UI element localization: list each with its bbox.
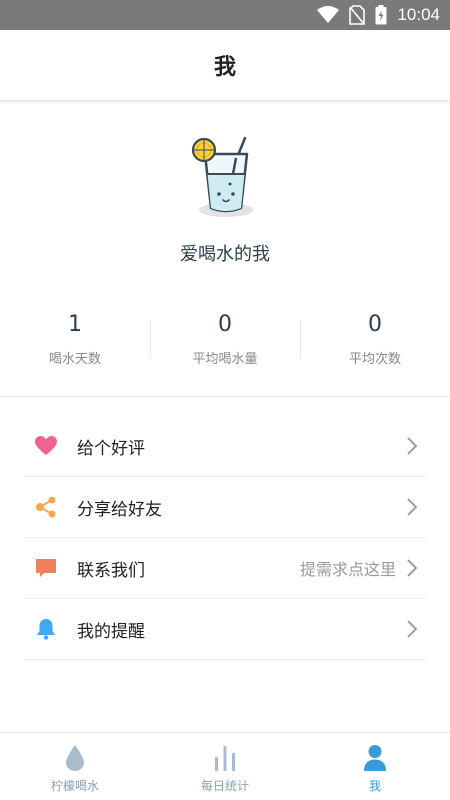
stat-label: 喝水天数 — [48, 352, 101, 367]
status-bar: 10:04 — [0, 0, 450, 30]
chevron-right-icon — [406, 619, 420, 639]
battery-charging-icon — [375, 5, 387, 25]
app-header: 我 — [0, 30, 450, 100]
no-sim-icon — [349, 5, 366, 25]
water-drop-icon — [65, 743, 85, 773]
profile-section: 爱喝水的我 — [0, 130, 450, 280]
stat-value: 0 — [368, 312, 382, 337]
menu-item-reminder[interactable]: 我的提醒 — [24, 599, 426, 660]
heart-icon — [35, 435, 57, 457]
chevron-right-icon — [406, 497, 420, 517]
tab-label: 我 — [368, 779, 381, 793]
status-time: 10:04 — [397, 5, 440, 24]
menu-item-label: 分享给好友 — [77, 499, 162, 520]
lemon-water-cup-icon — [190, 130, 260, 220]
menu-item-label: 给个好评 — [77, 438, 145, 459]
message-icon — [35, 557, 57, 579]
stats-row: 1 喝水天数 0 平均喝水量 0 平均次数 — [0, 308, 450, 378]
stat-value: 1 — [68, 312, 82, 337]
stat-drink-days: 1 喝水天数 — [0, 308, 150, 378]
stat-label: 平均次数 — [348, 352, 401, 367]
tab-label: 每日统计 — [200, 779, 249, 793]
stat-average-times: 0 平均次数 — [300, 308, 450, 378]
settings-menu: 给个好评 分享给好友 联系我们 提需求点这里 我的提醒 — [24, 416, 426, 660]
share-icon — [35, 496, 57, 518]
chevron-right-icon — [406, 436, 420, 456]
menu-item-hint: 提需求点这里 — [299, 560, 396, 579]
tab-daily-stats[interactable]: 每日统计 — [150, 733, 300, 800]
menu-item-label: 我的提醒 — [77, 621, 145, 642]
stat-average-amount: 0 平均喝水量 — [150, 308, 300, 378]
menu-item-share[interactable]: 分享给好友 — [24, 477, 426, 538]
menu-item-contact[interactable]: 联系我们 提需求点这里 — [24, 538, 426, 599]
page-title: 我 — [213, 55, 236, 80]
section-divider — [0, 396, 450, 397]
stat-value: 0 — [218, 312, 232, 337]
profile-name: 爱喝水的我 — [180, 244, 270, 265]
wifi-icon — [317, 6, 340, 24]
menu-item-rate[interactable]: 给个好评 — [24, 416, 426, 477]
bell-icon — [35, 618, 57, 640]
menu-item-label: 联系我们 — [77, 560, 145, 581]
tab-me[interactable]: 我 — [300, 733, 450, 800]
bar-chart-icon — [213, 743, 237, 773]
tab-lemon-water[interactable]: 柠檬喝水 — [0, 733, 150, 800]
chevron-right-icon — [406, 558, 420, 578]
bottom-tab-bar: 柠檬喝水 每日统计 我 — [0, 732, 450, 800]
stat-label: 平均喝水量 — [192, 352, 258, 367]
tab-label: 柠檬喝水 — [50, 779, 99, 793]
person-icon — [363, 743, 387, 773]
